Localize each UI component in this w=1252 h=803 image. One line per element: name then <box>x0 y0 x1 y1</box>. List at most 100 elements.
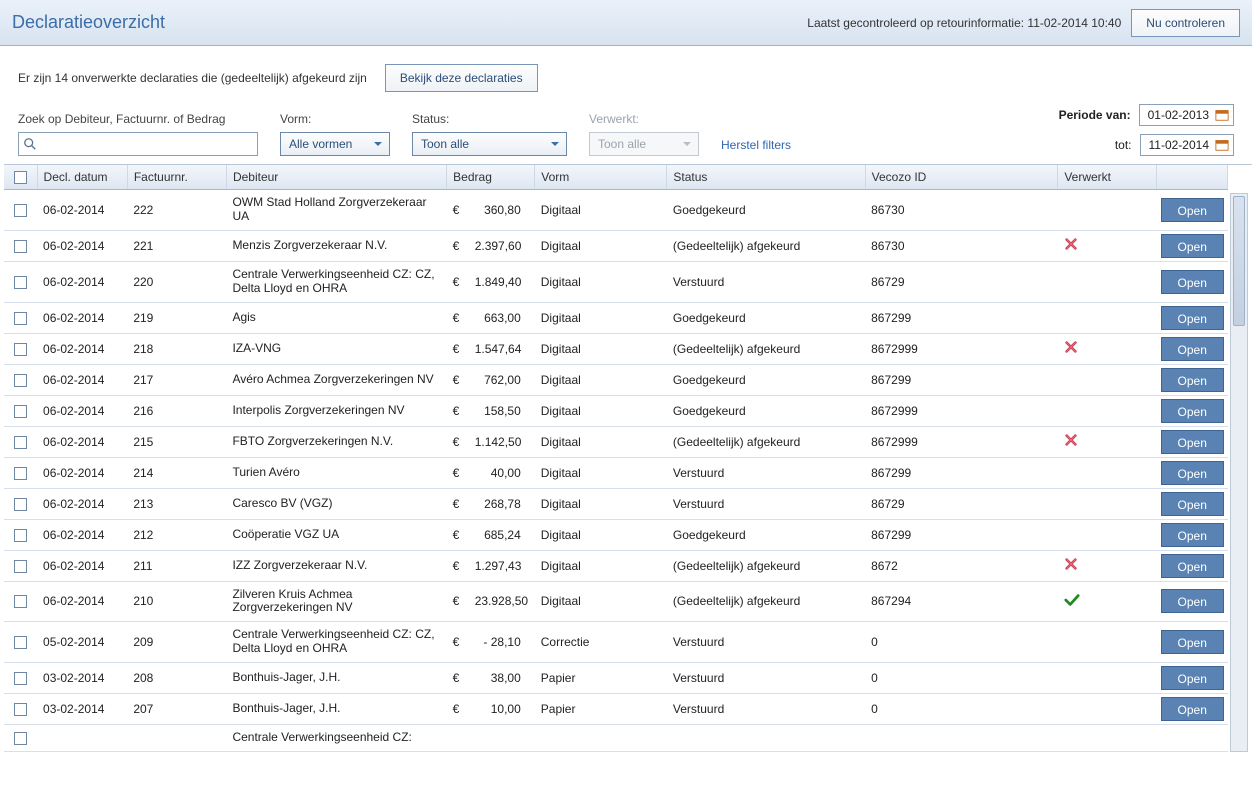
row-checkbox[interactable] <box>14 732 27 745</box>
open-button[interactable]: Open <box>1161 492 1224 516</box>
row-checkbox[interactable] <box>14 276 27 289</box>
cell-bedrag: - 28,10 <box>469 622 535 663</box>
open-button[interactable]: Open <box>1161 589 1224 613</box>
open-button[interactable]: Open <box>1161 554 1224 578</box>
header-date[interactable]: Decl. datum <box>37 165 127 190</box>
open-button[interactable]: Open <box>1161 666 1224 690</box>
header-open <box>1157 165 1228 190</box>
cell-status: (Gedeeltelijk) afgekeurd <box>667 550 865 581</box>
row-checkbox[interactable] <box>14 436 27 449</box>
row-checkbox[interactable] <box>14 672 27 685</box>
period-to-input[interactable]: 11-02-2014 <box>1140 134 1235 156</box>
open-button[interactable]: Open <box>1161 523 1224 547</box>
cell-status: Goedgekeurd <box>667 190 865 231</box>
cell-bedrag: 40,00 <box>469 457 535 488</box>
header-vorm[interactable]: Vorm <box>535 165 667 190</box>
row-checkbox[interactable] <box>14 467 27 480</box>
cell-verwerkt <box>1058 519 1157 550</box>
table-row: 06-02-2014220Centrale Verwerkingseenheid… <box>4 261 1228 302</box>
status-select[interactable]: Toon alle <box>412 132 567 156</box>
period-block: Periode van: 01-02-2013 tot: 11-02-2014 <box>1059 104 1234 156</box>
cell-status: Verstuurd <box>667 693 865 724</box>
cell-date: 06-02-2014 <box>37 519 127 550</box>
row-checkbox[interactable] <box>14 636 27 649</box>
row-checkbox[interactable] <box>14 374 27 387</box>
cell-vecozo: 867299 <box>865 302 1058 333</box>
table-row: 06-02-2014213Caresco BV (VGZ)€268,78Digi… <box>4 488 1228 519</box>
row-checkbox[interactable] <box>14 312 27 325</box>
row-checkbox[interactable] <box>14 498 27 511</box>
cell-bedrag: 1.849,40 <box>469 261 535 302</box>
verwerkt-label: Verwerkt: <box>589 112 699 126</box>
header-debiteur[interactable]: Debiteur <box>226 165 446 190</box>
open-button[interactable]: Open <box>1161 461 1224 485</box>
check-now-button[interactable]: Nu controleren <box>1131 9 1240 37</box>
declarations-table: Decl. datum Factuurnr. Debiteur Bedrag V… <box>4 165 1228 752</box>
cell-vecozo: 8672 <box>865 550 1058 581</box>
row-checkbox[interactable] <box>14 703 27 716</box>
row-checkbox[interactable] <box>14 204 27 217</box>
reset-filters-link[interactable]: Herstel filters <box>721 138 791 156</box>
open-button[interactable]: Open <box>1161 337 1224 361</box>
vertical-scrollbar[interactable] <box>1230 193 1248 752</box>
select-all-checkbox[interactable] <box>14 171 27 184</box>
cell-status: (Gedeeltelijk) afgekeurd <box>667 581 865 622</box>
header-factuur[interactable]: Factuurnr. <box>127 165 226 190</box>
period-from-input[interactable]: 01-02-2013 <box>1139 104 1234 126</box>
row-checkbox[interactable] <box>14 560 27 573</box>
cell-status: Verstuurd <box>667 457 865 488</box>
cell-vorm: Digitaal <box>535 550 667 581</box>
cell-vecozo: 0 <box>865 693 1058 724</box>
header-vecozo[interactable]: Vecozo ID <box>865 165 1058 190</box>
row-checkbox[interactable] <box>14 240 27 253</box>
open-button[interactable]: Open <box>1161 399 1224 423</box>
row-checkbox[interactable] <box>14 595 27 608</box>
cell-debiteur: Bonthuis-Jager, J.H. <box>226 662 446 693</box>
cell-factuur: 217 <box>127 364 226 395</box>
open-button[interactable]: Open <box>1161 430 1224 454</box>
open-button[interactable]: Open <box>1161 697 1224 721</box>
row-checkbox[interactable] <box>14 343 27 356</box>
header-bedrag[interactable]: Bedrag <box>447 165 535 190</box>
cell-vecozo: 867294 <box>865 581 1058 622</box>
cell-date: 06-02-2014 <box>37 581 127 622</box>
header-verwerkt[interactable]: Verwerkt <box>1058 165 1157 190</box>
cell-bedrag: 1.142,50 <box>469 426 535 457</box>
chevron-down-icon <box>682 139 692 149</box>
cell-debiteur: IZZ Zorgverzekeraar N.V. <box>226 550 446 581</box>
table-row: 06-02-2014219Agis€663,00DigitaalGoedgeke… <box>4 302 1228 333</box>
cell-status: Verstuurd <box>667 622 865 663</box>
cell-date: 03-02-2014 <box>37 693 127 724</box>
cell-verwerkt <box>1058 488 1157 519</box>
open-button[interactable]: Open <box>1161 306 1224 330</box>
view-rejected-button[interactable]: Bekijk deze declaraties <box>385 64 538 92</box>
cell-currency: € <box>447 230 469 261</box>
cell-debiteur: Coöperatie VGZ UA <box>226 519 446 550</box>
cell-date: 06-02-2014 <box>37 457 127 488</box>
cell-vorm: Digitaal <box>535 261 667 302</box>
table-row: 03-02-2014208Bonthuis-Jager, J.H.€38,00P… <box>4 662 1228 693</box>
cell-vorm: Papier <box>535 693 667 724</box>
open-button[interactable]: Open <box>1161 368 1224 392</box>
search-input[interactable] <box>37 134 253 154</box>
table-row: 06-02-2014222OWM Stad Holland Zorgverzek… <box>4 190 1228 231</box>
cell-currency: € <box>447 364 469 395</box>
cell-currency: € <box>447 550 469 581</box>
row-checkbox[interactable] <box>14 529 27 542</box>
open-button[interactable]: Open <box>1161 270 1224 294</box>
cell-currency: € <box>447 302 469 333</box>
scrollbar-thumb[interactable] <box>1233 196 1245 326</box>
cell-factuur: 216 <box>127 395 226 426</box>
cell-factuur: 211 <box>127 550 226 581</box>
open-button[interactable]: Open <box>1161 234 1224 258</box>
cell-vorm: Digitaal <box>535 395 667 426</box>
row-checkbox[interactable] <box>14 405 27 418</box>
header-status[interactable]: Status <box>667 165 865 190</box>
vorm-select[interactable]: Alle vormen <box>280 132 390 156</box>
table-row: 06-02-2014217Avéro Achmea Zorgverzekerin… <box>4 364 1228 395</box>
search-input-wrapper[interactable] <box>18 132 258 156</box>
search-icon <box>23 137 37 151</box>
open-button[interactable]: Open <box>1161 630 1224 654</box>
cell-debiteur: Centrale Verwerkingseenheid CZ: <box>226 724 446 751</box>
open-button[interactable]: Open <box>1161 198 1224 222</box>
